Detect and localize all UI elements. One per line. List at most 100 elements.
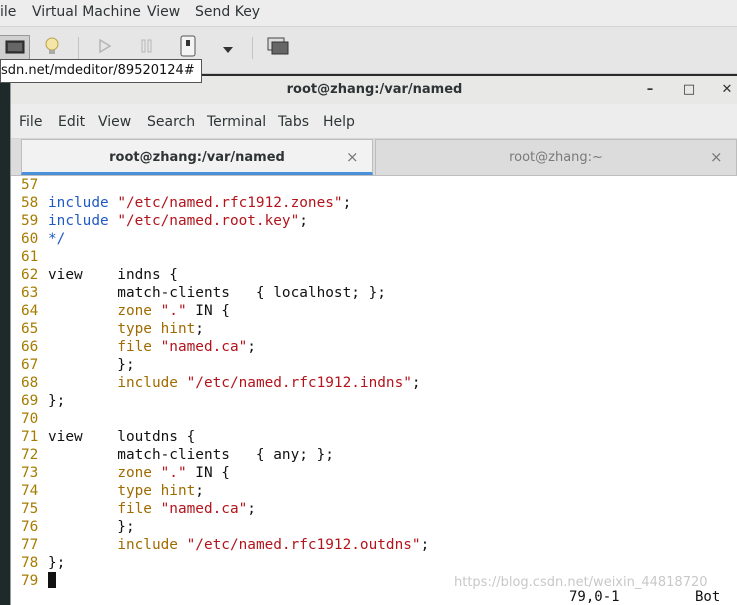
menu-tabs[interactable]: Tabs <box>278 114 309 130</box>
vm-menu-send-key[interactable]: Send Key <box>195 4 260 20</box>
fullscreen-button[interactable] <box>264 35 292 61</box>
line-number: 62 <box>21 267 39 283</box>
line-number: 74 <box>21 483 39 499</box>
menu-edit[interactable]: Edit <box>58 114 85 130</box>
code-token: ; <box>342 195 352 211</box>
close-button[interactable]: ✕ <box>716 80 737 100</box>
code-line: 64 zone "." IN { <box>21 302 429 320</box>
code-token: }; <box>48 393 66 409</box>
code-line: 57 <box>21 176 429 194</box>
minimize-button[interactable]: – <box>639 80 661 100</box>
code-line: 71 view loutdns { <box>21 428 429 446</box>
shutdown-button[interactable] <box>176 35 200 61</box>
dropdown-arrow-icon <box>222 39 234 58</box>
code-token: file <box>117 339 152 355</box>
code-token: type <box>117 321 152 337</box>
code-token: zone <box>117 465 152 481</box>
line-number: 68 <box>21 375 39 391</box>
power-icon <box>179 35 197 61</box>
code-token: include <box>48 213 118 229</box>
line-number: 72 <box>21 447 39 463</box>
console-button[interactable] <box>0 35 30 61</box>
pause-button[interactable] <box>134 35 160 61</box>
details-button[interactable] <box>38 35 66 61</box>
terminal-window: root@zhang:/var/named – □ ✕ File Edit Vi… <box>10 76 737 605</box>
tab-close-icon[interactable]: × <box>710 148 723 166</box>
code-line: 58 include "/etc/named.rfc1912.zones"; <box>21 194 429 212</box>
toolbar-separator <box>252 37 253 59</box>
code-token: IN { <box>186 465 230 481</box>
vm-menu-virtual-machine[interactable]: Virtual Machine <box>32 4 141 20</box>
code-line: 76 }; <box>21 518 429 536</box>
line-number: 60 <box>21 231 39 247</box>
code-line: 60 */ <box>21 230 429 248</box>
url-tooltip: sdn.net/mdeditor/89520124# <box>0 59 202 83</box>
vim-buffer: 57 58 include "/etc/named.rfc1912.zones"; 5… <box>21 176 429 590</box>
watermark: https://blog.csdn.net/weixin_44818720 <box>454 575 708 590</box>
code-token: "." <box>151 303 187 319</box>
code-line: 69}; <box>21 392 429 410</box>
code-token: ; <box>411 375 421 391</box>
code-token: ; <box>247 339 256 355</box>
code-token: "/etc/named.rfc1912.zones" <box>117 195 343 211</box>
run-button[interactable] <box>92 35 118 61</box>
lightbulb-icon <box>44 36 60 60</box>
code-token: view indns { <box>48 267 178 283</box>
maximize-button[interactable]: □ <box>678 80 700 100</box>
code-token: }; <box>48 555 66 571</box>
tab-label: root@zhang:~ <box>509 150 603 165</box>
menu-terminal[interactable]: Terminal <box>207 114 266 130</box>
desktop-background <box>0 76 10 605</box>
vm-menu-file[interactable]: ile <box>0 4 16 20</box>
menu-help[interactable]: Help <box>323 114 355 130</box>
code-line: 72 match-clients { any; }; <box>21 446 429 464</box>
console-icon <box>5 39 25 58</box>
vm-menu-view[interactable]: View <box>147 4 180 20</box>
code-token: "/etc/named.rfc1912.outdns" <box>177 537 421 553</box>
window-title: root@zhang:/var/named <box>286 82 463 97</box>
code-token: "named.ca" <box>151 339 248 355</box>
tab-var-named[interactable]: root@zhang:/var/named × <box>21 139 373 175</box>
line-number: 66 <box>21 339 39 355</box>
tab-bar: root@zhang:/var/named × root@zhang:~ × <box>11 139 737 176</box>
code-line: 70 <box>21 410 429 428</box>
menu-view[interactable]: View <box>98 114 131 130</box>
code-token: match-clients { localhost; }; <box>48 285 386 301</box>
code-token: }; <box>48 357 135 373</box>
line-number: 79 <box>21 573 39 589</box>
line-number: 76 <box>21 519 39 535</box>
vm-menubar: ile Virtual Machine View Send Key <box>0 0 737 27</box>
code-line: 73 zone "." IN { <box>21 464 429 482</box>
code-token: ; <box>247 501 256 517</box>
tab-home[interactable]: root@zhang:~ × <box>375 139 737 175</box>
line-number: 71 <box>21 429 39 445</box>
menu-search[interactable]: Search <box>147 114 195 130</box>
code-line: 68 include "/etc/named.rfc1912.indns"; <box>21 374 429 392</box>
code-token: "." <box>151 465 187 481</box>
code-token: ; <box>299 213 308 229</box>
line-number: 67 <box>21 357 39 373</box>
line-number: 69 <box>21 393 39 409</box>
code-token: zone <box>117 303 152 319</box>
play-icon <box>98 38 112 58</box>
line-number: 75 <box>21 501 39 517</box>
code-line: 74 type hint; <box>21 482 429 500</box>
tab-close-icon[interactable]: × <box>346 148 359 166</box>
shutdown-menu-button[interactable] <box>218 35 238 61</box>
line-number: 73 <box>21 465 39 481</box>
code-token: hint <box>151 321 196 337</box>
code-token: */ <box>48 231 66 247</box>
code-token: include <box>117 375 178 391</box>
line-number: 57 <box>21 177 39 193</box>
menu-file[interactable]: File <box>19 114 42 130</box>
line-number: 63 <box>21 285 39 301</box>
scroll-position: Bot <box>695 589 721 605</box>
terminal-content[interactable]: 57 58 include "/etc/named.rfc1912.zones"; 5… <box>11 176 737 605</box>
